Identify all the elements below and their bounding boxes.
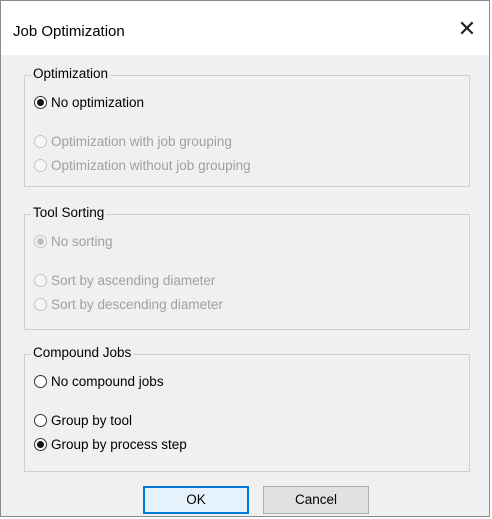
radio-label: Optimization without job grouping [51,158,251,173]
radio-no-optimization[interactable]: No optimization [34,95,144,110]
radio-no-compound-jobs[interactable]: No compound jobs [34,374,164,389]
compound-jobs-group-title: Compound Jobs [31,345,134,360]
radio-checked-icon [34,438,47,451]
radio-label: Optimization with job grouping [51,134,232,149]
radio-sort-descending-diameter[interactable]: Sort by descending diameter [34,297,223,312]
close-icon[interactable]: ✕ [453,15,481,43]
radio-label: Group by process step [51,437,187,452]
radio-no-sorting[interactable]: No sorting [34,234,113,249]
radio-sort-ascending-diameter[interactable]: Sort by ascending diameter [34,273,215,288]
radio-label: Group by tool [51,413,133,428]
radio-label: Sort by descending diameter [51,297,223,312]
radio-checked-icon [34,235,47,248]
job-optimization-dialog: Job Optimization ✕ Optimization No optim… [0,0,490,517]
radio-unchecked-icon [34,159,47,172]
radio-optimization-with-job-grouping[interactable]: Optimization with job grouping [34,134,232,149]
title-bar: Job Optimization ✕ [1,1,489,55]
tool-sorting-group: Tool Sorting No sorting Sort by ascendin… [24,205,470,330]
optimization-group: Optimization No optimization Optimizatio… [24,66,470,187]
ok-button[interactable]: OK [143,486,249,514]
radio-group-by-process-step[interactable]: Group by process step [34,437,187,452]
radio-unchecked-icon [34,274,47,287]
cancel-button[interactable]: Cancel [263,486,369,514]
radio-unchecked-icon [34,298,47,311]
optimization-group-title: Optimization [31,66,111,81]
radio-unchecked-icon [34,375,47,388]
compound-jobs-group: Compound Jobs No compound jobs Group by … [24,345,470,472]
dialog-title: Job Optimization [13,23,125,40]
radio-group-by-tool[interactable]: Group by tool [34,413,132,428]
radio-label: Sort by ascending diameter [51,273,216,288]
radio-unchecked-icon [34,135,47,148]
tool-sorting-group-title: Tool Sorting [31,205,107,220]
radio-checked-icon [34,96,47,109]
radio-unchecked-icon [34,414,47,427]
radio-label: No sorting [51,234,113,249]
radio-optimization-without-job-grouping[interactable]: Optimization without job grouping [34,158,251,173]
radio-label: No compound jobs [51,374,164,389]
radio-label: No optimization [51,95,145,110]
